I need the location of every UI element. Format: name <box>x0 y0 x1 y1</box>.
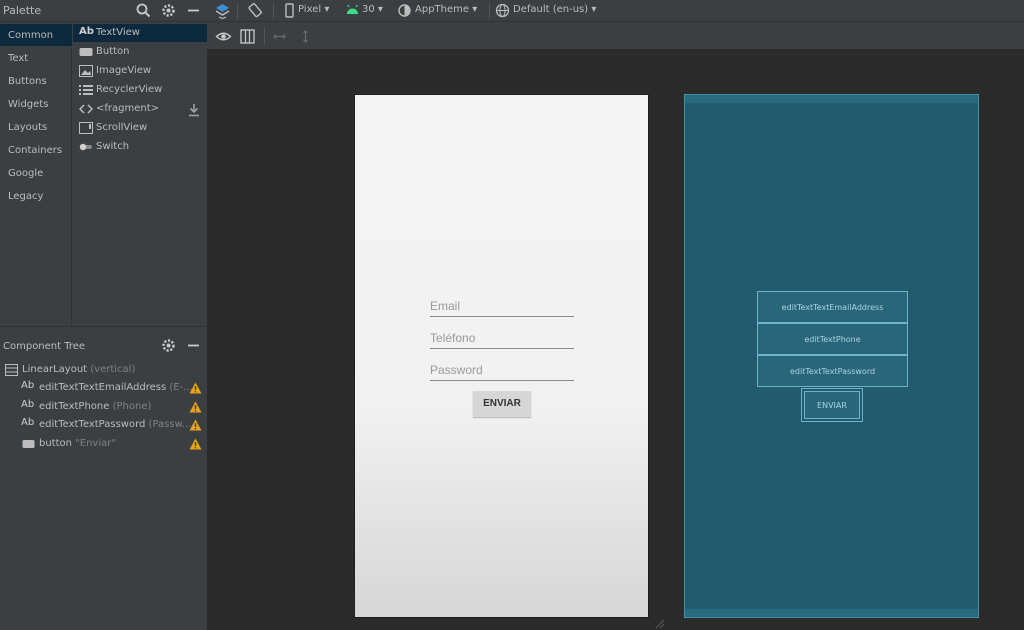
tree-row-password[interactable]: Ab editTextTextPassword (Passw... <box>0 416 207 434</box>
toolbar-separator <box>264 28 265 44</box>
linearlayout-icon <box>5 364 18 376</box>
locale-dropdown[interactable]: Default (en-us) ▾ <box>513 4 596 15</box>
palette-item-scrollview[interactable]: ScrollView <box>73 119 207 137</box>
fragment-icon <box>79 104 93 114</box>
category-legacy[interactable]: Legacy <box>0 185 72 207</box>
password-hint: Password <box>430 363 483 377</box>
layers-icon[interactable] <box>214 2 231 19</box>
switch-icon <box>79 143 92 151</box>
blueprint-button-box[interactable]: ENVIAR <box>801 388 863 422</box>
tree-row-label: editTextTextPassword (Passw... <box>39 419 192 430</box>
palette-item-label: <fragment> <box>96 103 160 114</box>
toolbar-separator <box>489 3 490 19</box>
category-widgets[interactable]: Widgets <box>0 93 72 115</box>
palette-item-fragment[interactable]: <fragment> <box>73 100 207 118</box>
palette-items: Ab TextView Button ImageView RecyclerVie… <box>73 22 207 326</box>
palette-item-label: TextView <box>96 27 140 38</box>
warning-icon[interactable] <box>189 401 202 413</box>
category-common[interactable]: Common <box>0 24 72 46</box>
download-icon[interactable] <box>188 103 200 117</box>
blueprint-status-bar <box>685 95 978 103</box>
blueprint-button-label: ENVIAR <box>804 391 860 419</box>
palette-item-label: Button <box>96 46 130 57</box>
palette-title: Palette <box>3 4 42 17</box>
resize-handle-icon[interactable] <box>654 618 664 628</box>
palette-item-switch[interactable]: Switch <box>73 138 207 156</box>
device-dropdown[interactable]: Pixel ▾ <box>298 4 329 15</box>
minimize-icon[interactable] <box>185 337 202 354</box>
palette-item-recyclerview[interactable]: RecyclerView <box>73 81 207 99</box>
component-tree-header: Component Tree <box>0 326 207 362</box>
palette-item-label: ScrollView <box>96 122 148 133</box>
blueprint-nav-bar <box>685 609 978 617</box>
blueprint-password-box[interactable]: editTextTextPassword <box>757 355 908 387</box>
palette-categories: Common Text Buttons Widgets Layouts Cont… <box>0 22 72 326</box>
android-icon <box>347 4 358 14</box>
textview-icon: Ab <box>21 417 35 428</box>
blueprint-email-box[interactable]: editTextTextEmailAddress <box>757 291 908 323</box>
theme-dropdown[interactable]: AppTheme ▾ <box>415 4 477 15</box>
theme-icon <box>398 4 411 17</box>
textview-icon: Ab <box>21 399 35 410</box>
tree-row-label: editTextPhone (Phone) <box>39 401 152 412</box>
recyclerview-icon <box>79 85 93 95</box>
warning-icon[interactable] <box>189 419 202 431</box>
gear-icon[interactable] <box>160 2 177 19</box>
view-options-toolbar <box>207 22 1024 50</box>
category-google[interactable]: Google <box>0 162 72 184</box>
tree-row-phone[interactable]: Ab editTextPhone (Phone) <box>0 398 207 416</box>
tree-row-label: editTextTextEmailAddress (E-... <box>39 382 193 393</box>
button-icon <box>79 48 93 56</box>
vertical-resize-icon[interactable] <box>297 28 314 45</box>
device-icon[interactable] <box>281 2 298 19</box>
scrollview-icon <box>79 122 93 134</box>
palette-body: Common Text Buttons Widgets Layouts Cont… <box>0 22 207 326</box>
category-buttons[interactable]: Buttons <box>0 70 72 92</box>
horizontal-resize-icon[interactable] <box>271 28 288 45</box>
palette-item-label: ImageView <box>96 65 152 76</box>
tree-row-email[interactable]: Ab editTextTextEmailAddress (E-... <box>0 379 207 397</box>
minimize-icon[interactable] <box>185 2 202 19</box>
password-field[interactable]: Password <box>430 359 574 381</box>
toolbar-separator <box>237 3 238 19</box>
layout-toolbar: Pixel ▾ 30 ▾ AppTheme ▾ Default (en-us) … <box>207 0 1024 22</box>
category-containers[interactable]: Containers <box>0 139 72 161</box>
tree-row-button[interactable]: button "Enviar" <box>0 435 207 453</box>
globe-icon <box>495 3 510 18</box>
orientation-icon[interactable] <box>247 2 264 19</box>
palette-item-imageview[interactable]: ImageView <box>73 62 207 80</box>
component-tree-title: Component Tree <box>3 341 86 352</box>
search-icon[interactable] <box>135 2 152 19</box>
left-panel: Palette Common Text Buttons Widgets Layo… <box>0 0 207 630</box>
blueprint-preview[interactable]: editTextTextEmailAddress editTextPhone e… <box>684 94 979 618</box>
api-level-dropdown[interactable]: 30 ▾ <box>362 4 383 15</box>
blueprint-phone-box[interactable]: editTextPhone <box>757 323 908 355</box>
warning-icon[interactable] <box>189 438 202 450</box>
email-field[interactable]: Email <box>430 295 574 317</box>
email-hint: Email <box>430 299 461 313</box>
eye-icon[interactable] <box>215 28 232 45</box>
palette-header: Palette <box>0 0 207 22</box>
design-preview[interactable]: Email Teléfono Password ENVIAR <box>354 94 649 618</box>
category-layouts[interactable]: Layouts <box>0 116 72 138</box>
button-icon <box>22 440 35 448</box>
palette-item-label: RecyclerView <box>96 84 163 95</box>
textview-icon: Ab <box>21 380 35 391</box>
phone-hint: Teléfono <box>430 331 476 345</box>
tree-row-label: LinearLayout (vertical) <box>22 364 136 375</box>
textview-icon: Ab <box>79 26 94 37</box>
imageview-icon <box>79 65 93 77</box>
palette-item-textview[interactable]: Ab TextView <box>73 24 207 42</box>
view-mode-icon[interactable] <box>239 28 256 45</box>
toolbar-separator <box>273 3 274 19</box>
tree-row-label: button "Enviar" <box>39 438 116 449</box>
phone-field[interactable]: Teléfono <box>430 327 574 349</box>
palette-item-label: Switch <box>96 141 130 152</box>
palette-item-button[interactable]: Button <box>73 43 207 61</box>
category-text[interactable]: Text <box>0 47 72 69</box>
gear-icon[interactable] <box>160 337 177 354</box>
enviar-button[interactable]: ENVIAR <box>473 391 531 417</box>
warning-icon[interactable] <box>189 382 202 394</box>
tree-row-linearlayout[interactable]: LinearLayout (vertical) <box>0 361 207 379</box>
